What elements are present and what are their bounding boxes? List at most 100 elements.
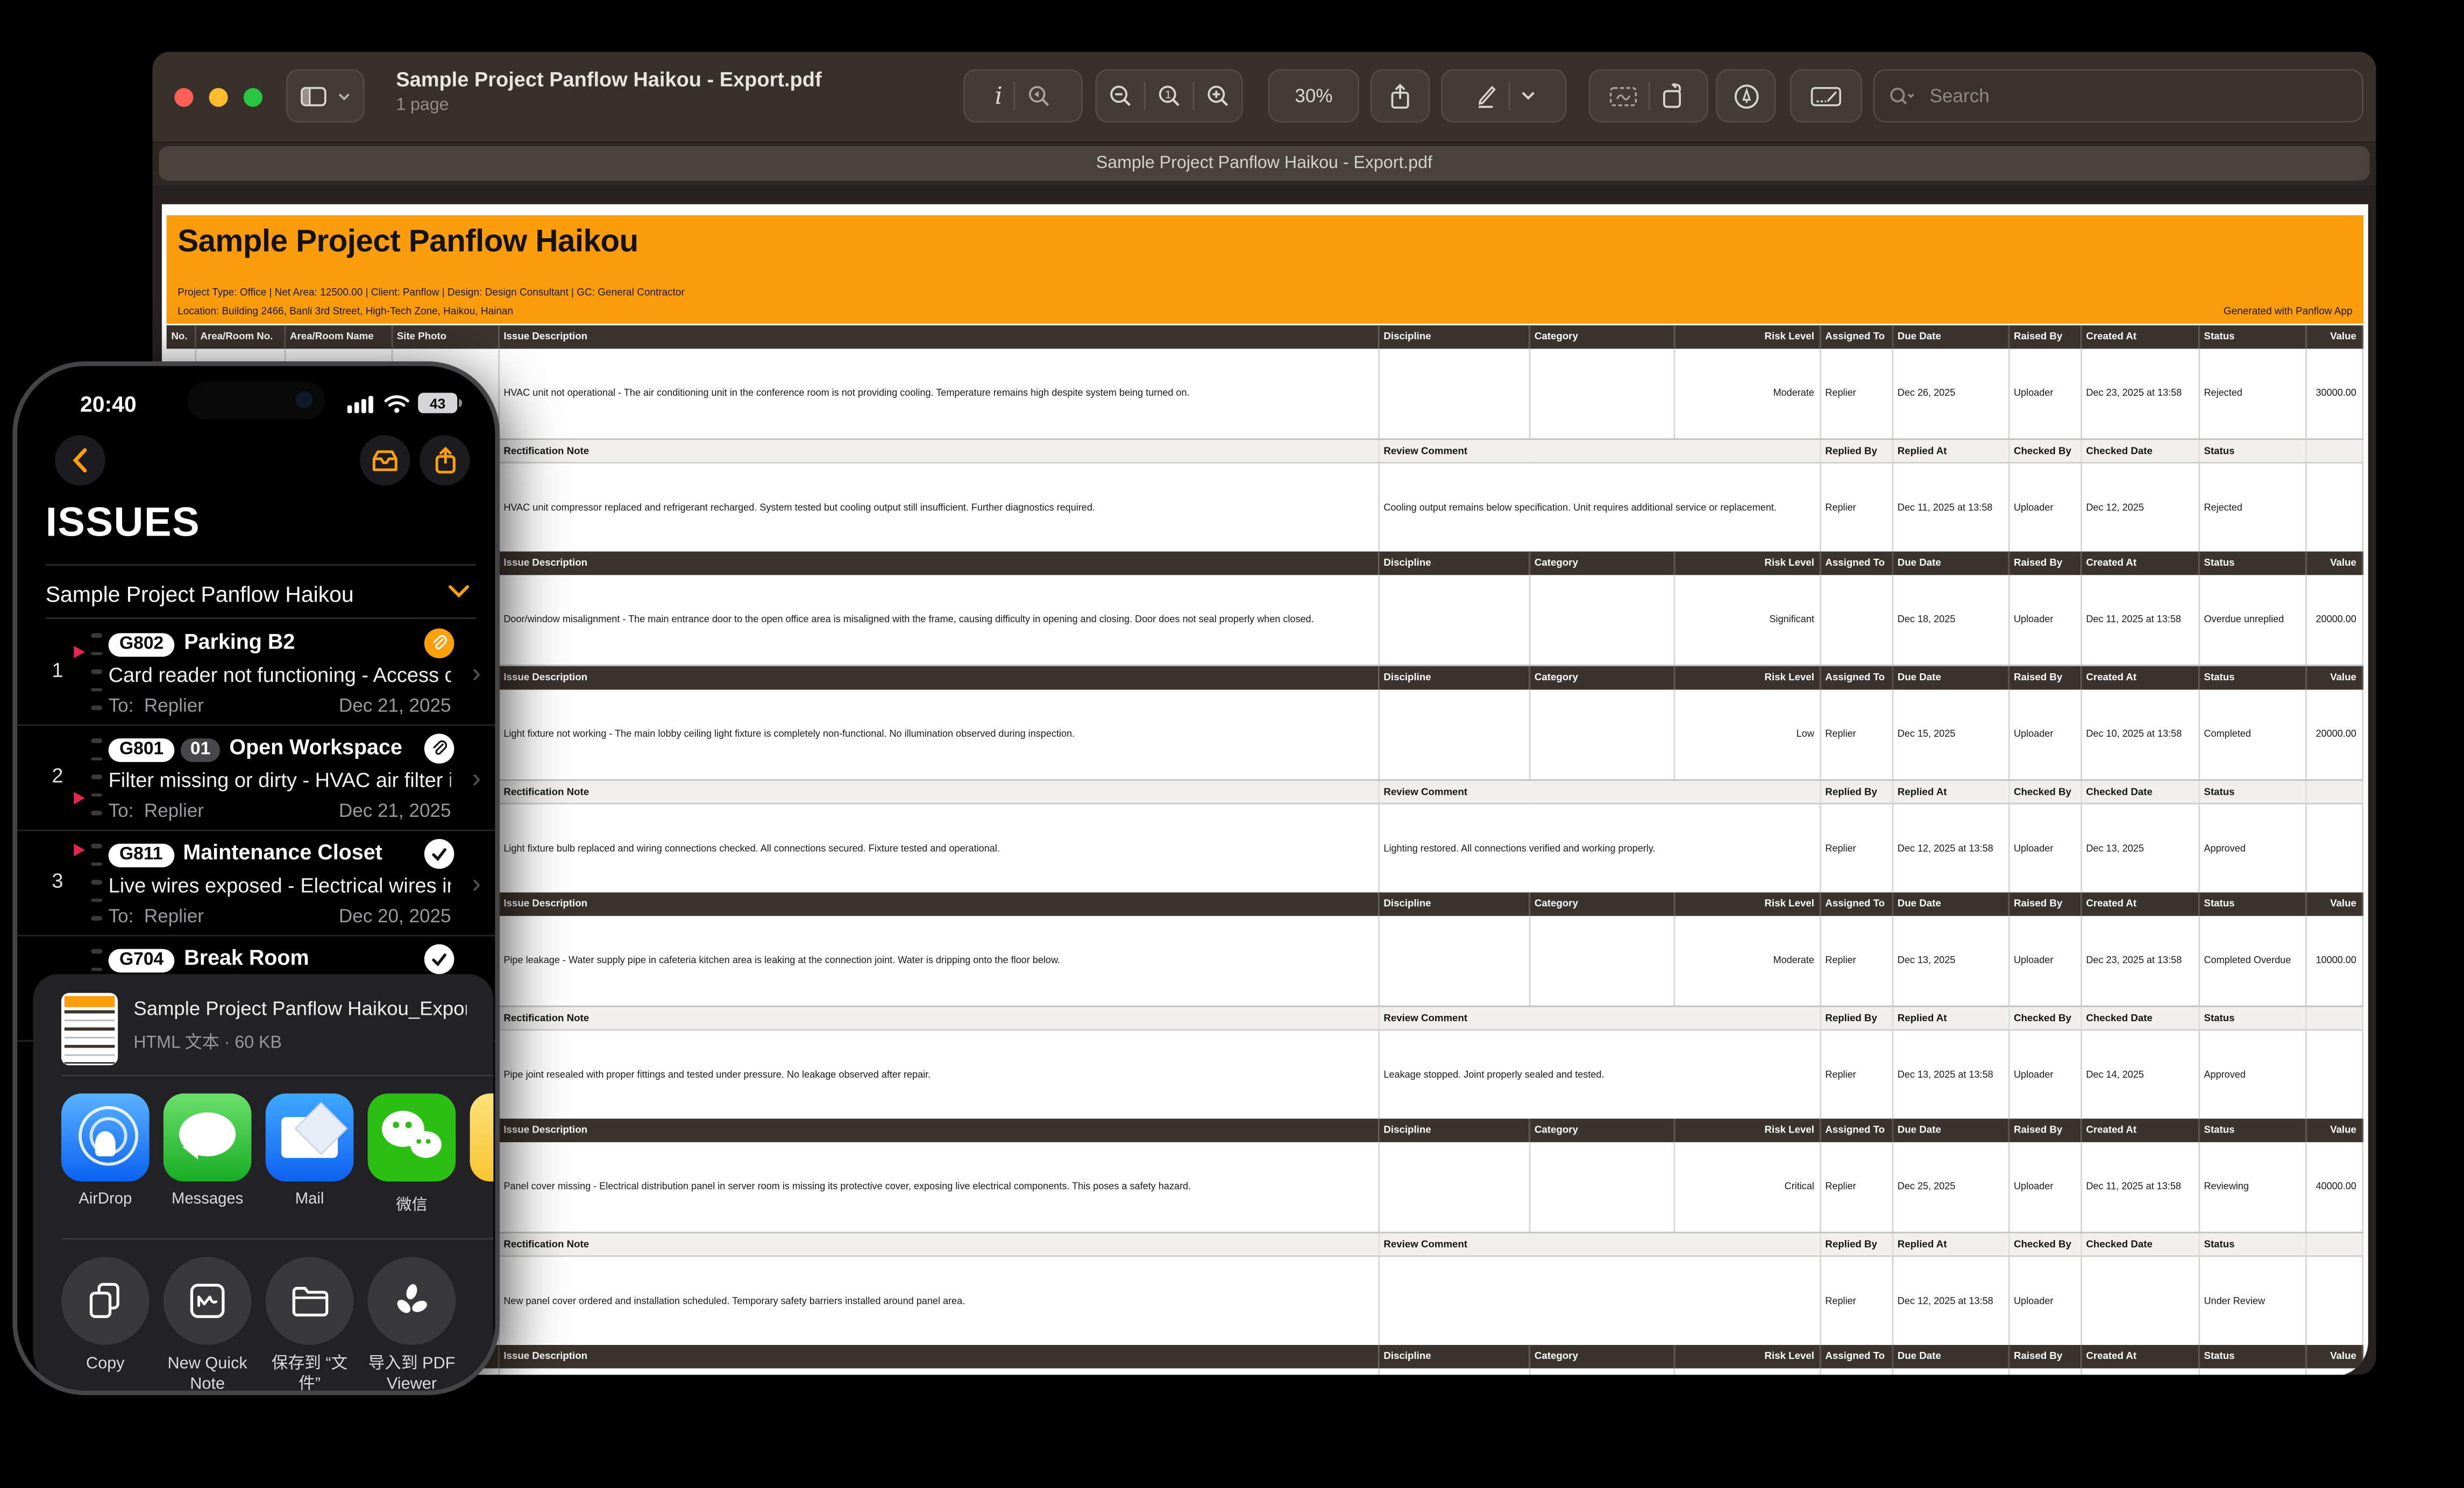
signature-icon [1810, 87, 1841, 106]
value-cell: 5000.00 [2305, 1368, 2363, 1375]
zoom-in-button[interactable] [1205, 83, 1231, 109]
column-header: Due Date [1892, 1344, 2009, 1369]
markup-button[interactable] [1473, 83, 1497, 109]
iphone-screen: 20:40 43 ISSUES Sample Project Panflow H… [17, 366, 495, 1391]
share-target-wechat[interactable]: 微信 [367, 1093, 456, 1214]
empty-cell [2305, 1030, 2363, 1119]
column-header: Created At [2080, 325, 2199, 349]
rotate-icon [1663, 83, 1681, 108]
column-header: Issue Description [498, 325, 1379, 349]
empty-cell [2305, 1256, 2363, 1345]
issue-summary: Card reader not functioning - Access co.… [108, 663, 451, 687]
created-at-cell: Dec 23, 2025 at 13:58 [2080, 916, 2199, 1007]
column-header: Status [2198, 439, 2306, 464]
empty-cell [2305, 439, 2363, 464]
action-save-to-files[interactable]: 保存到 “文件” [265, 1257, 354, 1391]
column-header: Value [2305, 665, 2363, 690]
zoom-window-button[interactable] [243, 88, 262, 107]
attachment-badge [424, 944, 455, 974]
zoom-level-button[interactable]: 30% [1268, 69, 1360, 123]
assigned-to-cell: Replier [1820, 916, 1893, 1007]
empty-cell [2305, 1232, 2363, 1257]
action-new-quick-note[interactable]: New Quick Note [163, 1257, 252, 1391]
cellular-signal-icon [347, 395, 373, 412]
category-cell [1529, 348, 1674, 440]
back-button[interactable] [55, 435, 105, 486]
column-header: Raised By [2008, 665, 2082, 690]
annotate-button[interactable] [1716, 69, 1776, 123]
markup-chevron-button[interactable] [1521, 91, 1535, 101]
issue-summary: Live wires exposed - Electrical wires in… [108, 873, 451, 898]
zoom-out-icon [1110, 86, 1131, 106]
created-at-cell: Dec 11, 2025 at 13:58 [2080, 1142, 2199, 1234]
column-header: Status [2198, 1119, 2306, 1142]
column-header: Rectification Note [498, 439, 1379, 464]
column-header: Status [2198, 325, 2306, 349]
share-button[interactable] [1370, 69, 1430, 123]
status-cell: Approved [2198, 803, 2306, 893]
category-cell [1529, 916, 1674, 1007]
highlight-magnifier-icon [1028, 86, 1049, 106]
project-selector[interactable]: Sample Project Panflow Haikou [17, 571, 495, 618]
chevron-down-icon [1521, 91, 1534, 100]
archive-button[interactable] [360, 435, 410, 486]
raised-by-cell: Uploader [2008, 348, 2082, 440]
messages-icon [163, 1093, 252, 1182]
review-comment-cell: Cooling output remains below specificati… [1378, 462, 1821, 552]
category-cell [1529, 1142, 1674, 1234]
issue-row: Fixture not operational - Toilet fixture… [166, 1368, 2363, 1375]
room-name: Break Room [184, 945, 309, 970]
search-field[interactable] [1873, 69, 2364, 123]
status-cell: Completed [2198, 689, 2306, 781]
dynamic-island [187, 381, 325, 420]
tray-icon [372, 450, 397, 471]
signature-button[interactable] [1790, 69, 1863, 123]
rectification-note-cell: Pipe joint resealed with proper fittings… [498, 1030, 1379, 1119]
share-target-messages[interactable]: Messages [163, 1093, 252, 1208]
sidebar-toggle-button[interactable] [286, 69, 365, 123]
empty-cell [2305, 780, 2363, 804]
room-badge: G802 [108, 632, 175, 656]
share-target-more[interactable] [470, 1093, 494, 1182]
issue-description-cell: Light fixture not working - The main lob… [498, 689, 1379, 781]
close-window-button[interactable] [174, 88, 194, 107]
highlight-button[interactable] [1026, 83, 1052, 109]
share-export-button[interactable] [420, 435, 470, 486]
column-header: Due Date [1892, 665, 2009, 690]
assignee: To: Replier [108, 694, 204, 717]
status-cell: Overdue unreplied [2198, 1368, 2306, 1375]
action-copy[interactable]: Copy [61, 1257, 150, 1375]
list-item[interactable]: 3 G811 Maintenance Closet Live wires expo… [17, 831, 495, 937]
column-header: Category [1529, 892, 1674, 916]
rotate-button[interactable] [1661, 83, 1688, 109]
assigned-to-cell: Replier [1820, 689, 1893, 781]
column-header: Assigned To [1820, 1119, 1893, 1142]
titlebar: Sample Project Panflow Haikou - Export.p… [152, 52, 2376, 143]
document-tab[interactable]: Sample Project Panflow Haikou - Export.p… [159, 146, 2370, 181]
created-at-cell: Dec 23, 2025 at 13:58 [2080, 348, 2199, 440]
share-target-airdrop[interactable]: AirDrop [61, 1093, 150, 1208]
actual-size-button[interactable]: 1 [1156, 83, 1182, 109]
risk-level-cell: Significant [1673, 575, 1821, 666]
desktop: Sample Project Panflow Haikou - Export.p… [0, 0, 2464, 1488]
due-date-cell: Dec 15, 2025 [1892, 689, 2009, 781]
action-import-pdf-viewer[interactable]: 导入到 PDF Viewer [367, 1257, 456, 1391]
column-header: Discipline [1378, 325, 1530, 349]
list-item[interactable]: 2 G801 01 Open Workspace Filter missing or… [17, 726, 495, 831]
column-header: Replied By [1820, 780, 1893, 804]
selection-button[interactable] [1609, 84, 1638, 108]
replied-by-cell: Replier [1820, 803, 1893, 893]
share-target-mail[interactable]: Mail [265, 1093, 354, 1208]
search-input[interactable] [1926, 83, 2326, 109]
column-header: No. [166, 325, 196, 349]
column-header: Raised By [2008, 1344, 2082, 1369]
zoom-out-button[interactable] [1108, 83, 1133, 109]
column-header: Raised By [2008, 1119, 2082, 1142]
window-title: Sample Project Panflow Haikou - Export.p… [396, 67, 822, 91]
column-header: Category [1529, 1119, 1674, 1142]
list-item[interactable]: 1 G802 Parking B2 Card reader not functio… [17, 621, 495, 726]
chevron-down-icon [338, 92, 350, 100]
minimize-window-button[interactable] [209, 88, 228, 107]
info-highlight-group: i [963, 69, 1083, 123]
info-button[interactable]: i [995, 81, 1003, 111]
